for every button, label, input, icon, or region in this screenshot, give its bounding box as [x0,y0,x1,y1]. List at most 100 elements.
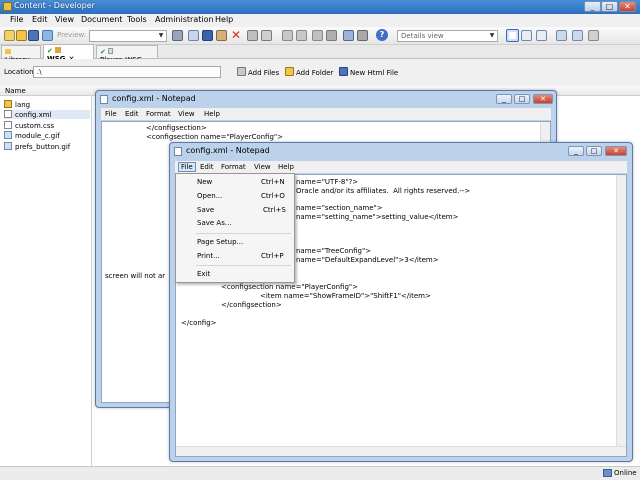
notepad-back-menu-help[interactable]: Help [204,110,220,118]
location-input[interactable]: .\ [33,66,221,78]
details-view-icon[interactable] [506,29,519,42]
sync-icon[interactable] [572,30,583,41]
main-titlebar [0,0,640,14]
file-menu-print[interactable]: Print... [197,252,220,260]
delete-icon[interactable]: ✕ [231,28,241,42]
notepad-front-minimize-button[interactable]: _ [568,146,584,156]
add-folder-button[interactable]: Add Folder [285,67,333,77]
menu-separator [196,233,291,234]
menu-file[interactable]: File [10,15,23,24]
columns-view-icon[interactable] [536,30,547,41]
cut-icon[interactable] [172,30,183,41]
publish-icon[interactable] [556,30,567,41]
tab-wsg[interactable]: ✔WSG✕ [43,44,94,63]
tools-icon[interactable] [202,30,213,41]
file-menu-open[interactable]: Open... [197,192,222,200]
notepad-back-menubar: File Edit Format View Help [101,108,551,120]
notepad-front-close-button[interactable]: ✕ [605,146,627,156]
app-icon [3,2,12,11]
menu-edit[interactable]: Edit [32,15,48,24]
file-item-lang[interactable]: lang [4,100,30,109]
close-button[interactable]: ✕ [619,1,636,12]
file-item-config-xml[interactable]: config.xml [4,110,90,119]
notepad-back-close-button[interactable]: ✕ [533,94,553,104]
file-pane [0,96,92,466]
notepad-front-menu-view[interactable]: View [254,163,271,171]
notepad-front-vertical-scrollbar[interactable] [616,175,626,446]
tab-player-wsg[interactable]: ✔Player_WSG [96,45,158,64]
notepad-front-titlebar: config.xml - Notepad [170,143,632,159]
refresh-icon[interactable] [42,30,53,41]
file-menu-save[interactable]: Save [197,206,214,214]
open-icon[interactable] [16,30,27,41]
file-item-module-c-gif[interactable]: module_c.gif [4,131,60,140]
file-menu-page-setup[interactable]: Page Setup... [197,238,243,246]
validate-icon[interactable] [312,30,323,41]
notepad-front-maximize-button[interactable]: □ [586,146,602,156]
notepad-front-title: config.xml - Notepad [186,146,270,155]
maximize-button[interactable]: □ [601,1,618,12]
menu-tools[interactable]: Tools [127,15,147,24]
add-files-button[interactable]: Add Files [237,67,279,77]
code-line: </configsection> [146,124,207,132]
menu-view[interactable]: View [55,15,74,24]
file-menu-exit[interactable]: Exit [197,270,210,278]
file-item-custom-css[interactable]: custom.css [4,121,54,130]
file-menu-new[interactable]: New [197,178,212,186]
copy-icon[interactable] [188,30,199,41]
code-line: name="setting_name">setting_value</item> [296,213,459,221]
code-fragment: screen will not ar [105,272,166,280]
notepad-back-menu-file[interactable]: File [105,110,117,118]
file-menu-open-shortcut: Ctrl+O [261,192,285,200]
paste-icon[interactable] [216,30,227,41]
view-icon[interactable] [357,30,368,41]
notepad-back-menu-format[interactable]: Format [146,110,171,118]
file-menu-new-shortcut: Ctrl+N [261,178,285,186]
notepad-icon [174,147,182,156]
tab-library[interactable]: Library [1,45,41,64]
notepad-front-menu-file[interactable]: File [178,162,196,172]
image-icon [4,142,12,150]
spell-icon[interactable] [343,30,354,41]
notepad-front-horizontal-scrollbar[interactable] [176,446,626,456]
file-menu-save-shortcut: Ctrl+S [263,206,286,214]
notepad-front-menu-edit[interactable]: Edit [200,163,214,171]
undo-icon[interactable] [282,30,293,41]
column-name-header[interactable]: Name [5,87,26,95]
settings-icon[interactable] [588,30,599,41]
notepad-back-maximize-button[interactable]: □ [514,94,530,104]
find-icon[interactable] [261,30,272,41]
new-icon[interactable] [4,30,15,41]
notepad-icon [100,95,108,104]
new-html-file-button[interactable]: New Html File [339,67,398,77]
save-icon[interactable] [28,30,39,41]
add-folder-icon [285,67,294,76]
minimize-button[interactable]: _ [584,1,601,12]
online-icon [603,469,612,477]
link-icon[interactable] [326,30,337,41]
code-line: </config> [181,319,217,327]
code-line: name="UTF-8"?> [296,178,359,186]
help-icon[interactable]: ? [376,29,388,41]
add-files-icon [237,67,246,76]
rename-icon[interactable] [247,30,258,41]
redo-icon[interactable] [296,30,307,41]
notepad-front-menu-format[interactable]: Format [221,163,246,171]
notepad-back-titlebar: config.xml - Notepad [96,91,556,107]
code-line: name="DefaultExpandLevel">3</item> [296,256,439,264]
notepad-front-menu-help[interactable]: Help [278,163,294,171]
view-mode-combo[interactable]: Details view ▼ [397,30,498,42]
notepad-back-menu-view[interactable]: View [178,110,195,118]
split-view-icon[interactable] [521,30,532,41]
code-line: name="section_name"> [296,204,383,212]
preview-combo[interactable]: ▼ [89,30,167,42]
menu-help[interactable]: Help [215,15,233,24]
code-line: </configsection> [221,301,282,309]
file-item-prefs-button-gif[interactable]: prefs_button.gif [4,142,70,151]
notepad-back-menu-edit[interactable]: Edit [125,110,139,118]
notepad-back-minimize-button[interactable]: _ [496,94,512,104]
file-menu-save-as[interactable]: Save As... [197,219,232,227]
file-menu-dropdown: New Ctrl+N Open... Ctrl+O Save Ctrl+S Sa… [175,173,295,283]
menu-administration[interactable]: Administration [155,15,214,24]
menu-document[interactable]: Document [81,15,122,24]
